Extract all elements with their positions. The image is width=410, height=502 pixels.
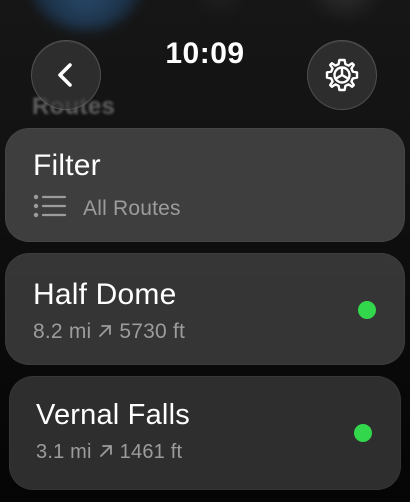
route-row-half-dome[interactable]: Half Dome 8.2 mi 5730 ft (5, 253, 405, 365)
status-dot (354, 424, 372, 442)
route-stats: 3.1 mi 1461 ft (36, 441, 182, 464)
filter-card[interactable]: Filter All Routes (5, 128, 405, 242)
list-icon (33, 194, 67, 224)
filter-value-row: All Routes (33, 194, 181, 224)
route-distance: 8.2 mi (33, 320, 92, 343)
route-distance: 3.1 mi (36, 441, 92, 463)
route-elevation: 1461 ft (119, 441, 183, 463)
arrow-up-right-icon (98, 320, 112, 344)
route-elevation: 5730 ft (119, 320, 186, 343)
background-blur (30, 0, 142, 30)
watch-screen: Routes 10:09 Filter (0, 0, 410, 502)
route-row-vernal-falls[interactable]: Vernal Falls 3.1 mi 1461 ft (9, 376, 401, 490)
filter-value: All Routes (83, 197, 181, 220)
background-blur (190, 0, 250, 15)
gear-icon (325, 58, 359, 92)
arrow-up-right-icon (99, 441, 113, 464)
route-stats: 8.2 mi 5730 ft (33, 320, 185, 344)
route-name: Vernal Falls (36, 399, 190, 431)
settings-button[interactable] (307, 40, 377, 110)
filter-label: Filter (33, 149, 101, 182)
background-blur (300, 0, 390, 20)
status-dot (358, 301, 376, 319)
route-name: Half Dome (33, 278, 177, 311)
